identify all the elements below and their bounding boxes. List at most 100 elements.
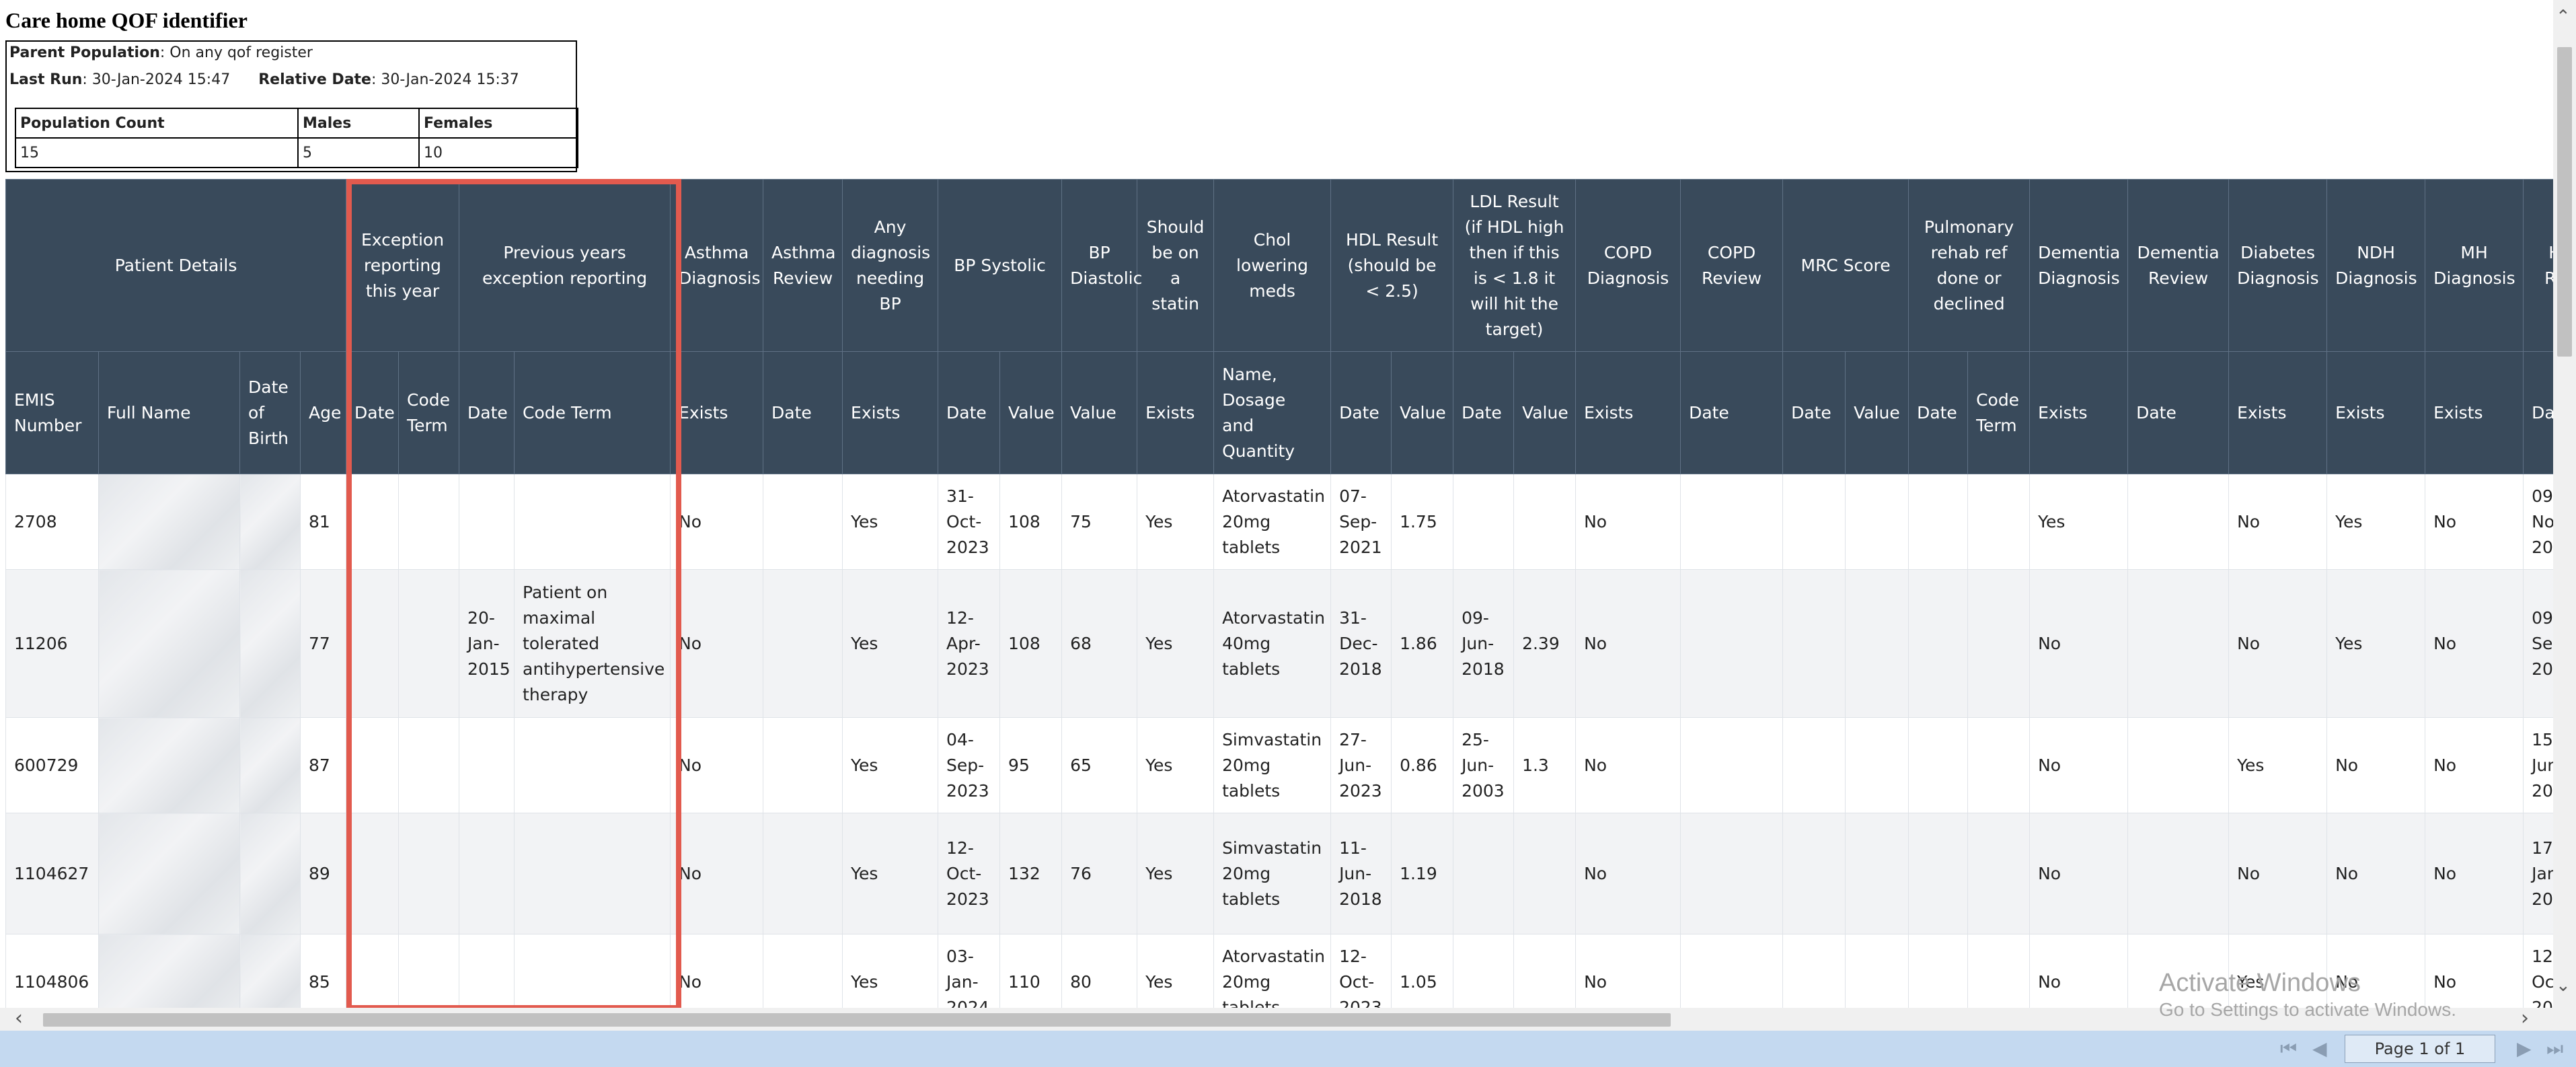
table-cell: No <box>670 934 763 1008</box>
table-cell <box>1908 569 1968 718</box>
scroll-down-arrow-icon[interactable]: ⌄ <box>2556 976 2571 996</box>
table-cell: No <box>1575 934 1681 1008</box>
group-header: Pulmonary rehab ref done or declined <box>1908 179 2031 352</box>
column-header[interactable]: Value <box>1513 351 1577 474</box>
column-header[interactable]: Value <box>999 351 1063 474</box>
table-cell <box>1967 717 2030 813</box>
table-cell <box>1845 717 1909 813</box>
table-cell <box>1513 474 1576 570</box>
group-header: LDL Result (if HDL high then if this is … <box>1453 179 1577 352</box>
table-cell <box>2127 717 2229 813</box>
table-row[interactable]: 1104806 85 No Yes 03-Jan-2024 110 80 Yes Atorvas… <box>5 934 2553 1008</box>
group-header: Dementia Review <box>2127 179 2230 352</box>
table-row[interactable]: 600729 87 No Yes 04-Sep-2023 95 65 Yes Simvastat… <box>5 717 2553 813</box>
column-header[interactable]: Date <box>2127 351 2230 474</box>
table-cell: Yes <box>2228 717 2327 813</box>
column-header[interactable]: Exists <box>2029 351 2129 474</box>
dob-cell-redacted <box>239 474 301 570</box>
females-header: Females <box>418 108 578 139</box>
table-cell: 75 <box>1061 474 1137 570</box>
table-cell: 27-Jun-2023 <box>1330 717 1392 813</box>
table-cell: Atorvastatin 20mg tablets <box>1213 934 1331 1008</box>
column-header[interactable]: Date <box>1782 351 1846 474</box>
vertical-scrollbar[interactable]: ⌃ ⌄ <box>2553 0 2576 1008</box>
table-cell: 95 <box>999 717 1062 813</box>
column-header[interactable]: Exists <box>670 351 764 474</box>
group-header: Chol lowering meds <box>1213 179 1332 352</box>
table-row[interactable]: 1104627 89 No Yes 12-Oct-2023 132 76 Yes Simvast… <box>5 813 2553 934</box>
previous-page-icon[interactable]: ◀ <box>2312 1037 2327 1060</box>
column-header[interactable]: Value <box>1061 351 1138 474</box>
column-header[interactable]: Date <box>459 351 515 474</box>
parent-population-value: : On any qof register <box>159 44 313 61</box>
horizontal-scroll-thumb[interactable] <box>43 1013 1671 1027</box>
column-header[interactable]: Value <box>1391 351 1454 474</box>
table-row[interactable]: 2708 81 No Yes 31-Oct-2023 108 75 Yes Atorvastat… <box>5 474 2553 570</box>
last-page-icon[interactable]: ⏭ <box>2546 1037 2563 1060</box>
column-header[interactable]: EMIS Number <box>5 351 99 474</box>
table-cell: No <box>670 813 763 934</box>
group-header: COPD Diagnosis <box>1575 179 1681 352</box>
group-header: BP Diastolic <box>1061 179 1142 352</box>
table-cell <box>763 717 843 813</box>
first-page-icon[interactable]: ⏮ <box>2280 1037 2297 1060</box>
horizontal-scrollbar[interactable]: ‹ › <box>0 1006 2553 1031</box>
table-row[interactable]: 11206 77 20-Jan-2015 Patient on maximal tol… <box>5 569 2553 718</box>
column-header[interactable]: Exists <box>2228 351 2328 474</box>
group-header: Asthma Review <box>763 179 843 352</box>
table-cell <box>2127 474 2229 570</box>
table-cell: 77 <box>299 569 346 718</box>
table-cell: Yes <box>1137 813 1214 934</box>
table-cell <box>459 934 515 1008</box>
scroll-left-arrow-icon[interactable]: ‹ <box>15 1006 23 1030</box>
column-header[interactable]: Date <box>938 351 1001 474</box>
column-header[interactable]: Date <box>2523 351 2553 474</box>
column-header[interactable]: Exists <box>1137 351 1215 474</box>
column-header[interactable]: Full Name <box>98 351 240 474</box>
column-header[interactable]: Code Term <box>514 351 671 474</box>
patient-name-cell-redacted <box>98 474 240 570</box>
column-header[interactable]: Date <box>1908 351 1969 474</box>
report-grid-viewport[interactable]: Patient Details Exception reporting this … <box>5 179 2553 1008</box>
table-cell: Yes <box>842 569 938 718</box>
table-cell: 12-Apr-2023 <box>938 569 1000 718</box>
table-cell: No <box>2029 717 2128 813</box>
table-cell <box>1513 813 1576 934</box>
table-cell: No <box>2326 934 2425 1008</box>
table-cell: 1.19 <box>1391 813 1453 934</box>
column-header[interactable]: Name, Dosage and Quantity <box>1213 351 1332 474</box>
column-header[interactable]: Date <box>1680 351 1784 474</box>
table-cell <box>1680 717 1783 813</box>
table-cell: 25-Jun-2003 <box>1453 717 1514 813</box>
column-header[interactable]: Date <box>1330 351 1392 474</box>
column-header[interactable]: Exists <box>842 351 939 474</box>
scroll-up-arrow-icon[interactable]: ⌃ <box>2556 7 2571 27</box>
table-cell: 07-Sep-2021 <box>1330 474 1392 570</box>
column-header[interactable]: Exists <box>2425 351 2524 474</box>
population-count-header: Population Count <box>15 108 299 139</box>
scroll-right-arrow-icon[interactable]: › <box>2521 1006 2529 1030</box>
table-cell: Patient on maximal tolerated antihyperte… <box>514 569 671 718</box>
next-page-icon[interactable]: ▶ <box>2517 1037 2532 1060</box>
column-header[interactable]: Age <box>299 351 347 474</box>
table-cell: Yes <box>2228 934 2327 1008</box>
table-cell: 1.75 <box>1391 474 1453 570</box>
column-header[interactable]: Value <box>1845 351 1909 474</box>
column-header[interactable]: Code Term <box>398 351 460 474</box>
column-header[interactable]: Exists <box>1575 351 1681 474</box>
table-cell <box>1782 813 1846 934</box>
column-header[interactable]: Date <box>346 351 400 474</box>
vertical-scroll-thumb[interactable] <box>2557 47 2572 357</box>
column-header[interactable]: Exists <box>2326 351 2426 474</box>
column-header[interactable]: Date <box>763 351 843 474</box>
table-cell: 89 <box>299 813 346 934</box>
table-cell <box>346 717 399 813</box>
group-header: Patient Details <box>5 179 347 352</box>
column-header[interactable]: Date <box>1453 351 1515 474</box>
group-header: Hb Rea <box>2523 179 2553 352</box>
column-header[interactable]: Date of Birth <box>239 351 301 474</box>
column-header[interactable]: Code Term <box>1967 351 2031 474</box>
table-cell: 108 <box>999 569 1062 718</box>
group-header: Diabetes Diagnosis <box>2228 179 2328 352</box>
last-run-label: Last Run <box>9 71 83 88</box>
